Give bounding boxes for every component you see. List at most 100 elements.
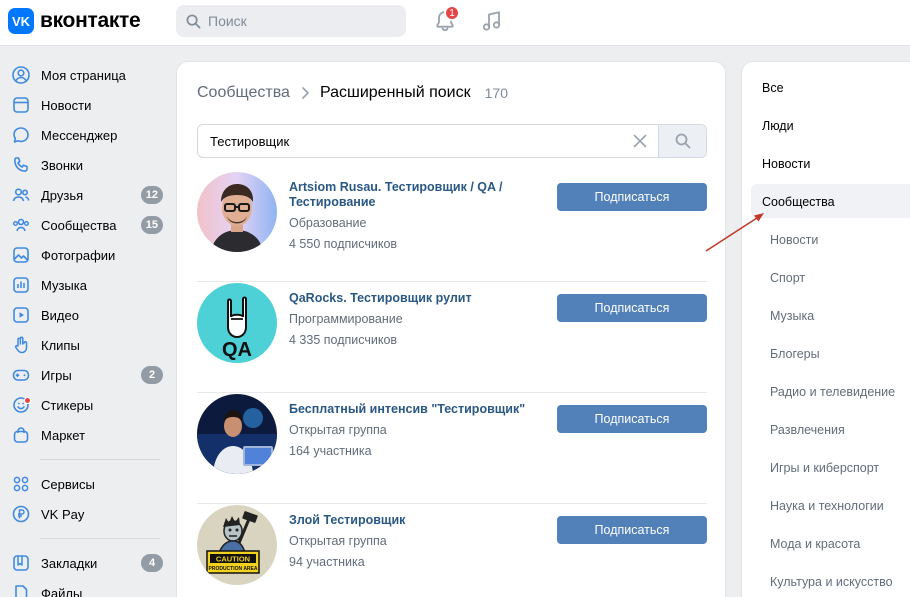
- community-avatar[interactable]: QA: [197, 283, 277, 363]
- friends-icon: [12, 188, 30, 202]
- sidebar-item-label: Файлы: [41, 585, 83, 597]
- friends-count-badge: 12: [140, 186, 163, 204]
- filter-category-music[interactable]: Музыка: [770, 309, 814, 323]
- avatar-qa-image: QA: [197, 283, 277, 363]
- community-members: 4 335 подписчиков: [289, 333, 398, 347]
- sidebar-item-music[interactable]: Музыка: [0, 270, 170, 300]
- subscribe-button[interactable]: Подписаться: [557, 405, 707, 433]
- newspaper-icon: [13, 97, 29, 113]
- sidebar-item-label: Закладки: [41, 555, 98, 571]
- sidebar-divider: [40, 538, 160, 539]
- games-count-badge: 2: [141, 366, 163, 384]
- sidebar-item-services[interactable]: Сервисы: [0, 469, 170, 499]
- community-members: 4 550 подписчиков: [289, 237, 398, 251]
- sidebar-item-vkpay[interactable]: VK Pay: [0, 499, 170, 529]
- sidebar-item-communities[interactable]: Сообщества 15: [0, 210, 170, 240]
- sidebar-item-photos[interactable]: Фотографии: [0, 240, 170, 270]
- sidebar-item-news[interactable]: Новости: [0, 90, 170, 120]
- filter-category-culture[interactable]: Культура и искусство: [770, 575, 893, 589]
- music-icon: [13, 277, 29, 293]
- sidebar-item-stickers[interactable]: Стикеры: [0, 390, 170, 420]
- sidebar-item-label: Музыка: [41, 277, 87, 293]
- community-search-input[interactable]: [198, 125, 622, 157]
- community-title-link[interactable]: QaRocks. Тестировщик рулит: [289, 291, 529, 306]
- sidebar-item-label: Фотографии: [41, 247, 116, 263]
- breadcrumb-communities-link[interactable]: Сообщества: [197, 84, 290, 102]
- filter-people[interactable]: Люди: [762, 119, 794, 133]
- subscribe-button[interactable]: Подписаться: [557, 294, 707, 322]
- sidebar-item-label: Моя страница: [41, 67, 126, 83]
- search-icon: [186, 14, 201, 28]
- filter-communities[interactable]: Сообщества: [762, 195, 835, 209]
- subscribe-button[interactable]: Подписаться: [557, 516, 707, 544]
- community-title-link[interactable]: Artsiom Rusau. Тестировщик / QA / Тестир…: [289, 180, 529, 210]
- community-members: 164 участника: [289, 444, 372, 458]
- community-avatar[interactable]: [197, 172, 277, 252]
- filter-category-sport[interactable]: Спорт: [770, 271, 805, 285]
- search-result-row: Artsiom Rusau. Тестировщик / QA / Тестир…: [197, 172, 707, 282]
- photo-icon: [13, 247, 29, 263]
- community-category: Открытая группа: [289, 423, 387, 437]
- sidebar-item-label: VK Pay: [41, 506, 85, 522]
- vk-logo-text: вконтакте: [40, 9, 141, 32]
- clear-search-button[interactable]: [622, 125, 658, 157]
- community-avatar[interactable]: CAUTION PRODUCTION AREA: [197, 505, 277, 585]
- sidebar-divider: [40, 459, 160, 460]
- sidebar-item-friends[interactable]: Друзья 12: [0, 180, 170, 210]
- search-result-row: Бесплатный интенсив "Тестировщик" Открыт…: [197, 394, 707, 504]
- community-avatar[interactable]: [197, 394, 277, 474]
- filter-category-entertainment[interactable]: Развлечения: [770, 423, 845, 437]
- search-result-row: QA QaRocks. Тестировщик рулит Программир…: [197, 283, 707, 393]
- community-members: 94 участника: [289, 555, 365, 569]
- sidebar-item-label: Игры: [41, 367, 72, 383]
- sidebar-item-my-page[interactable]: Моя страница: [0, 60, 170, 90]
- community-category: Программирование: [289, 312, 403, 326]
- video-icon: [13, 307, 29, 323]
- community-category: Образование: [289, 216, 367, 230]
- search-submit-button[interactable]: [658, 125, 706, 157]
- community-search-box: [197, 124, 707, 158]
- sidebar-item-label: Маркет: [41, 427, 86, 443]
- sidebar-item-calls[interactable]: Звонки: [0, 150, 170, 180]
- chevron-right-icon: [302, 87, 309, 99]
- vkpay-icon: [12, 505, 30, 523]
- sidebar-item-video[interactable]: Видео: [0, 300, 170, 330]
- sidebar-item-messenger[interactable]: Мессенджер: [0, 120, 170, 150]
- search-filter-panel: Все Люди Новости Сообщества Новости Спор…: [741, 61, 910, 597]
- communities-count-badge: 15: [140, 216, 163, 234]
- community-title-link[interactable]: Злой Тестировщик: [289, 513, 529, 528]
- community-title-link[interactable]: Бесплатный интенсив "Тестировщик": [289, 402, 529, 417]
- clips-icon: [14, 336, 28, 354]
- filter-category-news[interactable]: Новости: [770, 233, 818, 247]
- vk-logo[interactable]: VK вконтакте: [8, 8, 141, 34]
- filter-all[interactable]: Все: [762, 81, 784, 95]
- gamepad-icon: [12, 369, 30, 381]
- sidebar-item-games[interactable]: Игры 2: [0, 360, 170, 390]
- global-search[interactable]: [176, 5, 406, 37]
- sidebar-item-label: Сообщества: [41, 217, 117, 233]
- music-icon[interactable]: [481, 10, 503, 32]
- phone-icon: [14, 157, 28, 172]
- sidebar-item-label: Друзья: [41, 187, 84, 203]
- filter-category-science[interactable]: Наука и технологии: [770, 499, 884, 513]
- message-icon: [13, 127, 29, 143]
- sidebar-item-bookmarks[interactable]: Закладки 4: [0, 548, 170, 578]
- sidebar-item-label: Сервисы: [41, 476, 95, 492]
- bookmark-icon: [13, 555, 29, 571]
- avatar-production-area-text: PRODUCTION AREA: [209, 566, 258, 572]
- market-icon: [13, 427, 29, 443]
- sidebar-item-label: Новости: [41, 97, 92, 113]
- sidebar-item-clips[interactable]: Клипы: [0, 330, 170, 360]
- filter-category-fashion[interactable]: Мода и красота: [770, 537, 860, 551]
- sidebar-item-label: Стикеры: [41, 397, 94, 413]
- search-input[interactable]: [208, 13, 388, 29]
- result-count: 170: [484, 85, 508, 101]
- filter-category-bloggers[interactable]: Блогеры: [770, 347, 820, 361]
- subscribe-button[interactable]: Подписаться: [557, 183, 707, 211]
- sidebar-item-files[interactable]: Файлы: [0, 578, 170, 597]
- sidebar-item-market[interactable]: Маркет: [0, 420, 170, 450]
- filter-category-radio-tv[interactable]: Радио и телевидение: [770, 385, 895, 399]
- filter-news[interactable]: Новости: [762, 157, 810, 171]
- filter-category-games[interactable]: Игры и киберспорт: [770, 461, 879, 475]
- top-bar: VK вконтакте 1: [0, 0, 910, 46]
